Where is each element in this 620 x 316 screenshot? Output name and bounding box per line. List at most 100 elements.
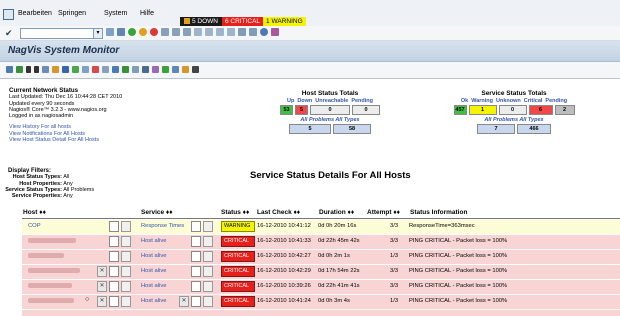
- notes-icon[interactable]: [109, 266, 119, 277]
- svc-unknown-label[interactable]: Unknown: [496, 98, 521, 104]
- graph-icon[interactable]: [203, 266, 213, 277]
- menu-springen[interactable]: Springen: [58, 10, 86, 17]
- col-service-header[interactable]: Service ♦♦: [141, 209, 173, 216]
- menu-system[interactable]: System: [104, 10, 127, 17]
- down-count-badge[interactable]: 5 DOWN: [180, 17, 222, 26]
- notes-icon[interactable]: [191, 266, 201, 277]
- shortcut-icon[interactable]: [249, 28, 257, 36]
- find-icon[interactable]: [172, 28, 180, 36]
- svc-pending-count[interactable]: 2: [554, 105, 575, 115]
- app-icon-14[interactable]: [152, 66, 159, 73]
- svc-critical-count[interactable]: 6: [528, 105, 553, 115]
- notes-icon[interactable]: [109, 296, 119, 307]
- col-duration-header[interactable]: Duration ♦♦: [319, 209, 354, 216]
- graph-icon[interactable]: [203, 296, 213, 307]
- host-unreachable-label[interactable]: Unreachable: [315, 98, 348, 104]
- app-icon-2[interactable]: [16, 66, 23, 73]
- service-name[interactable]: Response Times: [141, 223, 184, 229]
- host-up-count[interactable]: 53: [280, 105, 293, 115]
- last-page-icon[interactable]: [227, 28, 235, 36]
- app-icon-11[interactable]: [122, 66, 129, 73]
- redacted-host-name[interactable]: [28, 238, 76, 243]
- table-row[interactable]: Host alive CRITICAL 16-12-2010 10:42:27 …: [22, 250, 620, 264]
- host-up-label[interactable]: Up: [287, 98, 294, 104]
- service-name[interactable]: Host alive: [141, 298, 166, 304]
- host-pending-count[interactable]: 0: [352, 105, 380, 115]
- svc-pending-label[interactable]: Pending: [545, 98, 567, 104]
- help-icon[interactable]: [260, 28, 268, 36]
- new-session-icon[interactable]: [238, 28, 246, 36]
- redacted-host-name[interactable]: [28, 283, 72, 288]
- redacted-host-name[interactable]: [28, 298, 74, 303]
- service-name[interactable]: Host alive: [141, 238, 166, 244]
- app-icon-13[interactable]: [142, 66, 149, 73]
- disabled-checks-icon[interactable]: ✕: [97, 296, 107, 307]
- redacted-host-name[interactable]: [28, 253, 64, 258]
- graph-icon[interactable]: [121, 296, 131, 307]
- menu-bearbeiten[interactable]: Bearbeiten: [18, 10, 52, 17]
- table-row[interactable]: ✕ Host alive CRITICAL 16-12-2010 10:39:2…: [22, 280, 620, 294]
- svc-unknown-count[interactable]: 0: [498, 105, 527, 115]
- critical-count-badge[interactable]: 6 CRITICAL: [222, 17, 264, 26]
- enter-check-icon[interactable]: ✔: [5, 28, 13, 39]
- notes-icon[interactable]: [191, 236, 201, 247]
- system-menu-icon[interactable]: [3, 9, 14, 20]
- col-lastcheck-header[interactable]: Last Check ♦♦: [257, 209, 300, 216]
- comment-icon[interactable]: ○: [85, 296, 93, 305]
- host-detail-link[interactable]: View Host Status Detail For All Hosts: [9, 137, 122, 143]
- next-page-icon[interactable]: [216, 28, 224, 36]
- service-name[interactable]: Host alive: [141, 283, 166, 289]
- back-icon[interactable]: [106, 28, 114, 36]
- svc-all-problems-count[interactable]: 7: [477, 124, 515, 134]
- notes-icon[interactable]: [109, 251, 119, 262]
- host-down-count[interactable]: 5: [295, 105, 308, 115]
- save-icon[interactable]: [117, 28, 125, 36]
- command-history-dropdown-icon[interactable]: ▾: [93, 28, 103, 39]
- table-row[interactable]: ○ ✕ Host alive ✕ CRITICAL 16-12-2010 10:…: [22, 295, 620, 309]
- app-icon-16[interactable]: [172, 66, 179, 73]
- disabled-checks-icon[interactable]: ✕: [97, 281, 107, 292]
- app-icon-3[interactable]: [42, 66, 49, 73]
- back-nav-icon[interactable]: [128, 28, 136, 36]
- app-icon-1[interactable]: [6, 66, 13, 73]
- svc-ok-count[interactable]: 457: [453, 105, 467, 115]
- app-icon-12[interactable]: [132, 66, 139, 73]
- graph-icon[interactable]: [121, 266, 131, 277]
- layout-icon[interactable]: [271, 28, 279, 36]
- prev-page-icon[interactable]: [205, 28, 213, 36]
- notes-icon[interactable]: [109, 236, 119, 247]
- host-down-label[interactable]: Down: [297, 98, 312, 104]
- service-name[interactable]: Host alive: [141, 268, 166, 274]
- service-name[interactable]: Host alive: [141, 253, 166, 259]
- notes-icon[interactable]: [109, 281, 119, 292]
- menu-hilfe[interactable]: Hilfe: [140, 10, 154, 17]
- graph-icon[interactable]: [121, 251, 131, 262]
- app-icon-6[interactable]: [72, 66, 79, 73]
- app-icon-18[interactable]: [192, 66, 199, 73]
- table-row[interactable]: Host alive CRITICAL 16-12-2010 10:41:33 …: [22, 235, 620, 249]
- app-icon-15[interactable]: [162, 66, 169, 73]
- graph-icon[interactable]: [121, 281, 131, 292]
- find-next-icon[interactable]: [183, 28, 191, 36]
- nav-prev-icon[interactable]: [26, 66, 31, 73]
- print-icon[interactable]: [161, 28, 169, 36]
- svc-ok-label[interactable]: Ok: [461, 98, 468, 104]
- cancel-icon[interactable]: [150, 28, 158, 36]
- exit-icon[interactable]: [139, 28, 147, 36]
- graph-icon[interactable]: [203, 251, 213, 262]
- host-unreachable-count[interactable]: 0: [310, 105, 350, 115]
- svc-all-types-count[interactable]: 466: [517, 124, 551, 134]
- graph-icon[interactable]: [203, 221, 213, 232]
- host-name[interactable]: COP: [28, 223, 41, 229]
- first-page-icon[interactable]: [194, 28, 202, 36]
- app-icon-4[interactable]: [52, 66, 59, 73]
- table-row[interactable]: COP Response Times WARNING 16-12-2010 10…: [22, 220, 620, 234]
- notes-icon[interactable]: [191, 221, 201, 232]
- app-icon-9[interactable]: [102, 66, 109, 73]
- graph-icon[interactable]: [121, 236, 131, 247]
- notes-icon[interactable]: [109, 221, 119, 232]
- notes-icon[interactable]: [191, 296, 201, 307]
- host-pending-label[interactable]: Pending: [351, 98, 373, 104]
- host-all-types-count[interactable]: 58: [333, 124, 371, 134]
- graph-icon[interactable]: [203, 281, 213, 292]
